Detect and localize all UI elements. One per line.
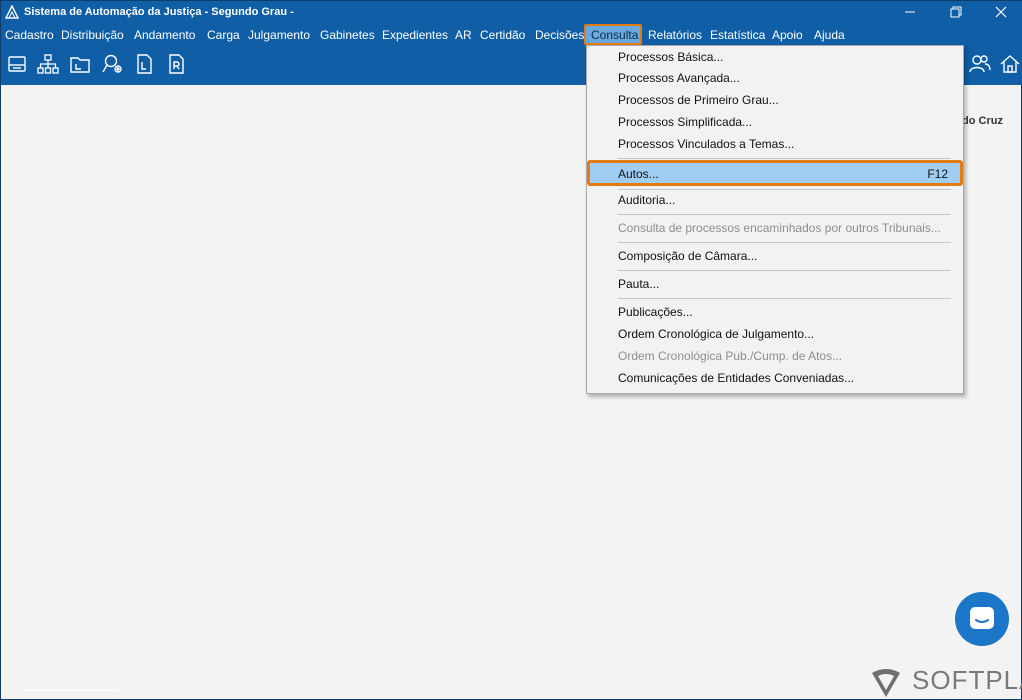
menu-separator: [618, 158, 951, 159]
close-icon: [995, 6, 1007, 18]
app-window: Sistema de Automação da Justiça - Segund…: [0, 0, 1022, 700]
chat-button[interactable]: [955, 592, 1009, 646]
menu-item-consulta-encaminhados: Consulta de processos encaminhados por o…: [587, 218, 963, 239]
menu-item-label: Autos...: [618, 167, 659, 181]
menu-separator: [618, 298, 951, 299]
menu-certidao[interactable]: Certidão: [480, 28, 525, 42]
chat-icon: [970, 607, 994, 629]
users-icon: [969, 55, 991, 73]
menu-relatorios[interactable]: Relatórios: [648, 28, 702, 42]
restore-button[interactable]: [933, 1, 979, 23]
menu-item-label: Comunicações de Entidades Conveniadas...: [618, 371, 855, 385]
menu-consulta[interactable]: Consulta: [584, 24, 642, 45]
document-r-icon: [169, 54, 184, 74]
menu-expedientes[interactable]: Expedientes: [382, 28, 448, 42]
document-r-button[interactable]: [166, 53, 188, 75]
menu-andamento[interactable]: Andamento: [134, 28, 195, 42]
menu-item-label: Publicações...: [618, 305, 693, 319]
menu-item-processos-primeiro-grau[interactable]: Processos de Primeiro Grau...: [587, 90, 963, 111]
users-button[interactable]: [969, 53, 991, 75]
menu-item-processos-basica[interactable]: Processos Básica...: [587, 47, 963, 68]
user-name-label: do Cruz: [962, 115, 1003, 127]
menu-item-autos[interactable]: Autos... F12: [587, 160, 963, 186]
menu-item-ordem-pub-cump: Ordem Cronológica Pub./Cump. de Atos...: [587, 346, 963, 367]
menu-item-comunicacoes[interactable]: Comunicações de Entidades Conveniadas...: [587, 368, 963, 389]
document-l-button[interactable]: [134, 53, 156, 75]
menu-item-label: Processos Básica...: [618, 50, 724, 64]
status-divider: [21, 690, 118, 691]
menu-estatistica[interactable]: Estatística: [710, 28, 765, 42]
menu-item-label: Auditoria...: [618, 193, 676, 207]
menu-item-processos-simplificada[interactable]: Processos Simplificada...: [587, 112, 963, 133]
menu-item-processos-vinculados[interactable]: Processos Vinculados a Temas...: [587, 134, 963, 155]
minimize-button[interactable]: [887, 1, 933, 23]
menu-item-publicacoes[interactable]: Publicações...: [587, 302, 963, 323]
menu-item-label: Ordem Cronológica de Julgamento...: [618, 327, 815, 341]
menu-item-label: Processos de Primeiro Grau...: [618, 93, 779, 107]
minimize-icon: [905, 11, 915, 13]
brand-name: SOFTPLAN: [912, 665, 1022, 695]
folder-icon: [70, 57, 90, 73]
menu-item-label: Pauta...: [618, 277, 660, 291]
menu-apoio[interactable]: Apoio: [772, 28, 803, 42]
window-title: Sistema de Automação da Justiça - Segund…: [24, 6, 294, 18]
org-tree-button[interactable]: [37, 53, 59, 75]
menu-carga[interactable]: Carga: [207, 28, 240, 42]
menu-julgamento[interactable]: Julgamento: [248, 28, 310, 42]
menu-item-label: Ordem Cronológica Pub./Cump. de Atos...: [618, 349, 843, 363]
softplan-mark-icon: [872, 669, 900, 697]
menu-item-composicao-camara[interactable]: Composição de Câmara...: [587, 246, 963, 267]
menu-bar: Cadastro Distribuição Andamento Carga Ju…: [1, 24, 1022, 45]
menu-ar[interactable]: AR: [455, 28, 472, 42]
printer-button[interactable]: [6, 53, 28, 75]
menu-item-label: Processos Simplificada...: [618, 115, 753, 129]
document-l-icon: [137, 54, 152, 74]
consulta-dropdown-menu: Processos Básica... Processos Avançada..…: [586, 45, 964, 394]
menu-separator: [618, 270, 951, 271]
menu-ajuda[interactable]: Ajuda: [814, 28, 845, 42]
app-logo-icon: [5, 5, 19, 19]
menu-cadastro[interactable]: Cadastro: [5, 28, 54, 42]
menu-item-label: Consulta de processos encaminhados por o…: [618, 221, 941, 235]
menu-gabinetes[interactable]: Gabinetes: [320, 28, 375, 42]
menu-item-processos-avancada[interactable]: Processos Avançada...: [587, 68, 963, 89]
menu-decisoes[interactable]: Decisões: [535, 28, 584, 42]
menu-separator: [618, 214, 951, 215]
title-bar: Sistema de Automação da Justiça - Segund…: [1, 1, 1022, 24]
home-icon: [1000, 55, 1020, 73]
menu-item-shortcut: F12: [927, 167, 948, 181]
search-user-icon: [102, 54, 122, 73]
menu-item-auditoria[interactable]: Auditoria...: [587, 190, 963, 211]
menu-item-pauta[interactable]: Pauta...: [587, 274, 963, 295]
search-user-button[interactable]: [102, 53, 124, 75]
menu-separator: [618, 242, 951, 243]
org-tree-icon: [37, 54, 59, 74]
menu-distribuicao[interactable]: Distribuição: [61, 28, 124, 42]
menu-item-label: Composição de Câmara...: [618, 249, 758, 263]
home-button[interactable]: [999, 53, 1021, 75]
close-button[interactable]: [978, 1, 1022, 23]
restore-icon: [950, 6, 962, 18]
menu-item-ordem-julgamento[interactable]: Ordem Cronológica de Julgamento...: [587, 324, 963, 345]
folder-button[interactable]: [69, 53, 91, 75]
menu-item-label: Processos Vinculados a Temas...: [618, 137, 795, 151]
menu-consulta-label: Consulta: [591, 28, 639, 42]
printer-icon: [8, 56, 26, 72]
menu-item-label: Processos Avançada...: [618, 71, 740, 85]
